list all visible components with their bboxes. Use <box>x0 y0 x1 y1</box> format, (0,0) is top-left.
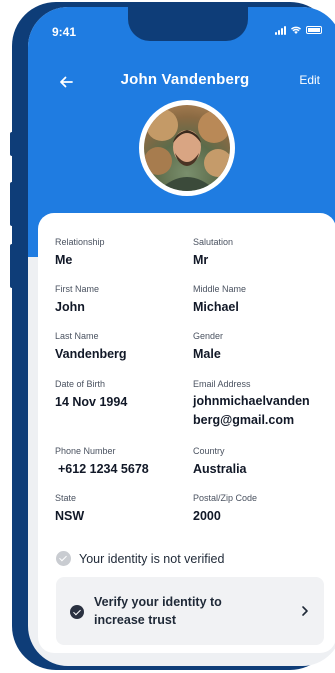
field-email: Email Address johnmichaelvanden berg@gma… <box>193 379 310 430</box>
battery-icon <box>306 26 322 34</box>
field-date-of-birth: Date of Birth 14 Nov 1994 <box>55 379 127 412</box>
page-title: John Vandenberg <box>120 71 250 88</box>
field-value: +612 1234 5678 <box>58 462 149 476</box>
phone-frame: 9:41 John Vandenberg Edit Relationship M… <box>12 2 335 670</box>
check-circle-icon <box>56 551 71 566</box>
field-value: NSW <box>55 509 85 523</box>
verification-status-text: Your identity is not verified <box>79 551 225 566</box>
edit-button[interactable]: Edit <box>299 73 320 87</box>
field-value: Mr <box>193 253 209 267</box>
field-phone: Phone Number +612 1234 5678 <box>55 446 149 479</box>
field-label: Middle Name <box>193 284 247 294</box>
field-value: Male <box>193 347 221 361</box>
field-value: berg@gmail.com <box>193 412 295 427</box>
verify-identity-label: Verify your identity to increase trust <box>94 593 264 629</box>
field-salutation: Salutation Mr <box>193 237 233 270</box>
status-time: 9:41 <box>52 25 77 39</box>
field-value: 14 Nov 1994 <box>55 395 128 409</box>
field-last-name: Last Name Vandenberg <box>55 331 127 364</box>
field-label: First Name <box>55 284 100 294</box>
wifi-icon <box>290 26 302 34</box>
field-value: Me <box>55 253 73 267</box>
field-value: John <box>55 300 85 314</box>
field-label: State <box>55 493 77 503</box>
field-value: Michael <box>193 300 239 314</box>
field-label: Last Name <box>55 331 99 341</box>
check-circle-icon <box>70 605 84 619</box>
field-label: Date of Birth <box>55 379 106 389</box>
field-first-name: First Name John <box>55 284 99 317</box>
field-label: Phone Number <box>55 446 116 456</box>
verify-identity-button[interactable]: Verify your identity to increase trust <box>56 577 324 645</box>
details-card: Relationship Me Salutation Mr First Name… <box>38 213 335 653</box>
field-relationship: Relationship Me <box>55 237 105 270</box>
field-value: Australia <box>193 462 247 476</box>
field-country: Country Australia <box>193 446 247 479</box>
verification-status: Your identity is not verified <box>56 551 224 566</box>
notch <box>128 7 248 41</box>
field-label: Salutation <box>193 237 234 247</box>
field-middle-name: Middle Name Michael <box>193 284 246 317</box>
avatar-photo <box>144 105 230 191</box>
field-state: State NSW <box>55 493 84 526</box>
field-label: Postal/Zip Code <box>193 493 258 503</box>
field-value: 2000 <box>193 509 221 523</box>
field-value: johnmichaelvanden <box>193 394 310 408</box>
field-postal-code: Postal/Zip Code 2000 <box>193 493 257 526</box>
avatar <box>139 100 235 196</box>
verify-identity-line2: increase trust <box>94 613 176 628</box>
field-label: Relationship <box>55 237 105 247</box>
verify-identity-line1: Verify your identity to <box>94 595 222 609</box>
chevron-right-icon <box>302 606 308 616</box>
signal-icon <box>275 25 286 35</box>
field-gender: Gender Male <box>193 331 223 364</box>
field-label: Country <box>193 446 225 456</box>
field-label: Email Address <box>193 379 251 389</box>
field-value: Vandenberg <box>55 347 127 361</box>
screen: 9:41 John Vandenberg Edit Relationship M… <box>28 7 335 666</box>
status-icons <box>275 25 322 35</box>
field-label: Gender <box>193 331 224 341</box>
